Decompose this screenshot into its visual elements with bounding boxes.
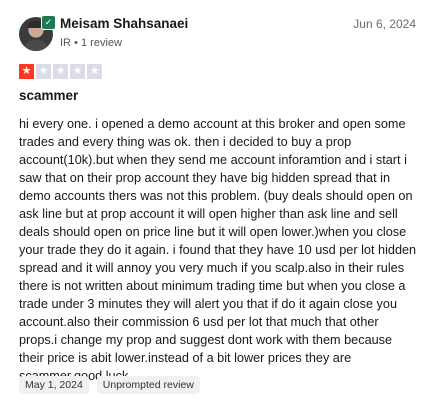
star-icon: ★ xyxy=(19,64,34,79)
star-icon: ★ xyxy=(70,64,85,79)
reviewer-name[interactable]: Meisam Shahsanaei xyxy=(60,16,188,31)
reviewer-country: IR xyxy=(60,37,71,49)
review-body: hi every one. i opened a demo account at… xyxy=(19,117,417,383)
reviewer-review-count: 1 review xyxy=(80,37,122,49)
review-date: Jun 6, 2024 xyxy=(353,17,416,31)
reviewer-meta: IR • 1 review xyxy=(60,37,122,49)
review-tags: May 1, 2024 Unprompted review xyxy=(19,376,200,394)
avatar[interactable]: ✓ xyxy=(19,15,56,51)
star-icon: ★ xyxy=(36,64,51,79)
experience-date-tag: May 1, 2024 xyxy=(19,376,89,394)
review-card: ✓ Meisam Shahsanaei IR • 1 review Jun 6,… xyxy=(0,0,428,407)
star-icon: ★ xyxy=(53,64,68,79)
review-title: scammer xyxy=(19,88,79,103)
star-icon: ★ xyxy=(87,64,102,79)
meta-separator: • xyxy=(74,37,78,49)
verified-check-icon: ✓ xyxy=(41,15,56,30)
unprompted-review-tag: Unprompted review xyxy=(96,376,200,394)
star-rating: ★ ★ ★ ★ ★ xyxy=(19,64,102,79)
